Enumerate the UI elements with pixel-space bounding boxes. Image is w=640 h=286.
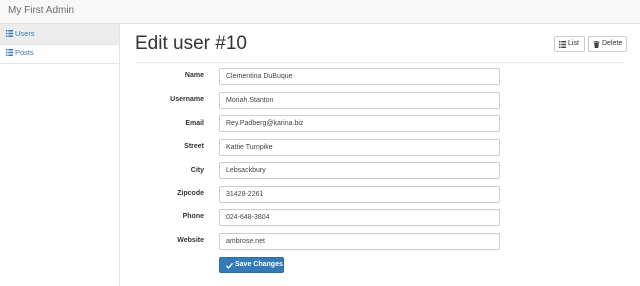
page-title: Edit user #10 — [135, 33, 247, 54]
field-label-email: Email — [185, 120, 204, 127]
list-icon — [6, 49, 13, 56]
phone-input[interactable]: 024-648-3804 — [219, 209, 500, 226]
email-input[interactable]: Rey.Padberg@karina.biz — [219, 115, 500, 132]
checkmark-icon — [226, 262, 233, 269]
sidebar-item-users[interactable]: Users — [0, 24, 119, 44]
list-icon — [6, 30, 13, 37]
field-label-phone: Phone — [182, 213, 204, 220]
field-label-city: City — [190, 167, 204, 174]
street-input-value: Kattie Turnpike — [226, 144, 273, 151]
trash-icon — [593, 41, 600, 48]
website-input-value: ambrose.net — [226, 238, 265, 245]
list-button[interactable]: List — [554, 36, 585, 52]
name-input-value: Clementina DuBuque — [226, 73, 293, 80]
field-label-website: Website — [177, 237, 204, 244]
street-input[interactable]: Kattie Turnpike — [219, 139, 500, 156]
city-input-value: Lebsackbury — [226, 167, 266, 174]
sidebar-divider — [0, 63, 119, 64]
list-icon — [559, 41, 566, 48]
header-divider — [135, 62, 625, 63]
field-label-street: Street — [184, 143, 204, 150]
top-navbar: My First Admin — [0, 0, 640, 24]
zipcode-input-value: 31428-2261 — [226, 191, 264, 198]
save-changes-button[interactable]: Save Changes — [219, 257, 284, 273]
field-label-name: Name — [184, 72, 204, 79]
field-label-zipcode: Zipcode — [177, 190, 204, 197]
sidebar: Users Posts — [0, 24, 120, 286]
phone-input-value: 024-648-3804 — [226, 214, 270, 221]
delete-button[interactable]: Delete — [588, 36, 627, 52]
list-button-label: List — [568, 40, 579, 47]
sidebar-item-label: Posts — [15, 48, 34, 57]
sidebar-item-label: Users — [15, 29, 35, 38]
website-input[interactable]: ambrose.net — [219, 233, 500, 250]
email-input-value: Rey.Padberg@karina.biz — [226, 120, 304, 127]
sidebar-item-posts[interactable]: Posts — [0, 43, 119, 63]
brand-title[interactable]: My First Admin — [8, 5, 74, 16]
username-input-value: Moriah.Stanton — [226, 97, 274, 104]
delete-button-label: Delete — [602, 40, 623, 47]
save-changes-label: Save Changes — [235, 261, 283, 268]
username-input[interactable]: Moriah.Stanton — [219, 92, 500, 109]
zipcode-input[interactable]: 31428-2261 — [219, 186, 500, 203]
field-label-username: Username — [170, 96, 204, 103]
name-input[interactable]: Clementina DuBuque — [219, 68, 500, 85]
city-input[interactable]: Lebsackbury — [219, 162, 500, 179]
